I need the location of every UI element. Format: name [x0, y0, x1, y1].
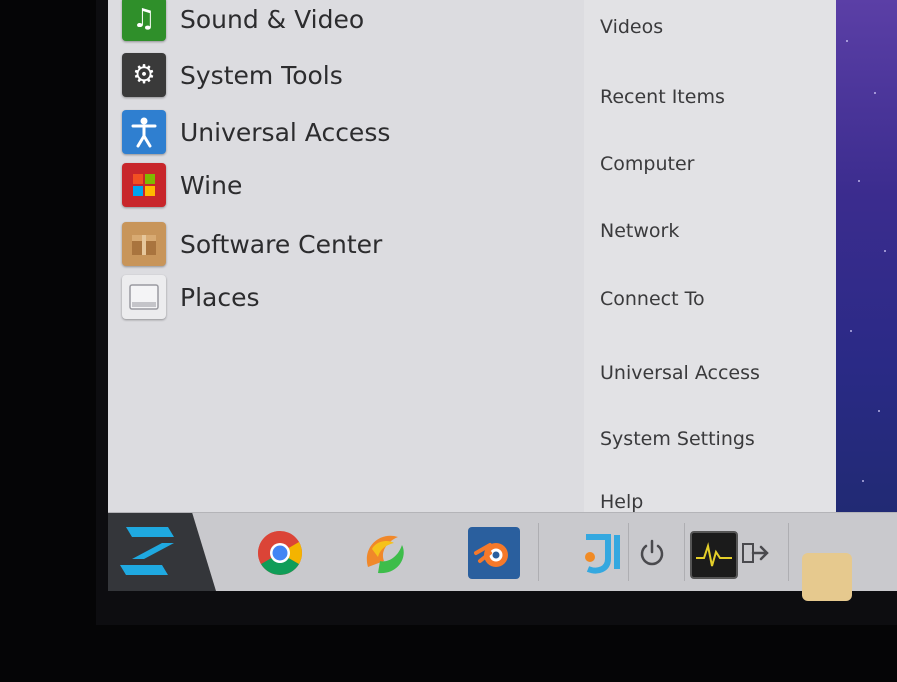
category-label: System Tools	[180, 60, 343, 90]
pycharm-icon[interactable]	[358, 527, 410, 579]
category-sound-video[interactable]: ♫ Sound & Video	[122, 0, 364, 44]
taskbar-separator	[538, 523, 539, 581]
system-monitor-icon[interactable]	[690, 531, 738, 579]
category-software-center[interactable]: Software Center	[122, 219, 382, 269]
screen: ♫ Sound & Video ⚙ System Tools Universal…	[96, 0, 897, 625]
category-system-tools[interactable]: ⚙ System Tools	[122, 50, 343, 100]
category-wine[interactable]: Wine	[122, 160, 242, 210]
start-menu: ♫ Sound & Video ⚙ System Tools Universal…	[108, 0, 836, 513]
category-label: Sound & Video	[180, 4, 365, 34]
start-button[interactable]	[108, 513, 216, 591]
place-connect-to[interactable]: Connect To	[600, 288, 705, 310]
music-note-icon: ♫	[122, 0, 166, 41]
place-help[interactable]: Help	[600, 491, 643, 513]
blender-icon[interactable]	[468, 527, 520, 579]
taskbar-separator	[628, 523, 629, 581]
place-recent-items[interactable]: Recent Items	[600, 86, 725, 108]
place-system-settings[interactable]: System Settings	[600, 428, 755, 450]
category-label: Places	[180, 282, 260, 312]
folder-icon[interactable]	[802, 553, 852, 601]
places-panel: Videos Recent Items Computer Network Con…	[584, 0, 836, 513]
place-videos[interactable]: Videos	[600, 16, 663, 38]
taskbar	[108, 512, 897, 601]
zorin-logo-icon	[120, 527, 174, 575]
category-places[interactable]: Places	[122, 272, 260, 322]
system-tools-icon: ⚙	[122, 53, 166, 97]
chrome-icon[interactable]	[254, 527, 306, 579]
taskbar-separator	[684, 523, 685, 581]
package-icon	[122, 222, 166, 266]
category-label: Wine	[180, 170, 243, 200]
app-icon[interactable]	[576, 527, 628, 579]
category-label: Universal Access	[180, 117, 391, 147]
place-universal-access[interactable]: Universal Access	[600, 362, 760, 384]
power-icon[interactable]	[630, 531, 674, 575]
place-computer[interactable]: Computer	[600, 153, 694, 175]
categories-panel: ♫ Sound & Video ⚙ System Tools Universal…	[108, 0, 584, 512]
accessibility-icon	[122, 110, 166, 154]
category-universal-access[interactable]: Universal Access	[122, 107, 390, 157]
place-network[interactable]: Network	[600, 220, 679, 242]
desktop-wallpaper	[836, 0, 897, 560]
drive-icon	[122, 275, 166, 319]
category-label: Software Center	[180, 229, 383, 259]
taskbar-separator	[788, 523, 789, 581]
logout-icon[interactable]	[734, 531, 778, 575]
wine-icon	[122, 163, 166, 207]
